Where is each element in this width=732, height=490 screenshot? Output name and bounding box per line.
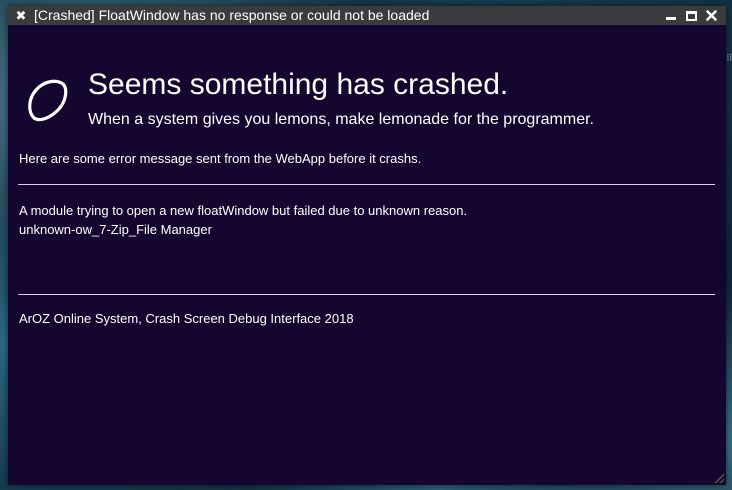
error-module-id: unknown-ow_7-Zip_File Manager (19, 222, 212, 237)
crash-headline: Seems something has crashed. (88, 68, 509, 101)
error-intro-text: Here are some error message sent from th… (19, 151, 422, 166)
desktop-side-mark: ⠿ (726, 53, 732, 63)
lemon-icon (28, 79, 68, 122)
crash-subline: When a system gives you lemons, make lem… (88, 111, 594, 128)
maximize-icon[interactable] (684, 9, 698, 23)
error-message-line: A module trying to open a new floatWindo… (19, 203, 468, 218)
crash-footer: ArOZ Online System, Crash Screen Debug I… (19, 311, 354, 326)
divider-bottom (18, 294, 715, 295)
window-title: [Crashed] FloatWindow has no response or… (34, 7, 430, 23)
divider-top (18, 184, 715, 185)
titlebar-close-icon[interactable]: ✖ (8, 6, 34, 25)
window-resize-handle[interactable] (714, 473, 724, 483)
window-titlebar[interactable]: ✖ [Crashed] FloatWindow has no response … (8, 6, 726, 25)
crash-float-window: ✖ [Crashed] FloatWindow has no response … (8, 6, 726, 485)
minimize-icon[interactable] (664, 9, 678, 23)
window-controls (664, 9, 726, 23)
close-icon[interactable] (704, 9, 718, 23)
